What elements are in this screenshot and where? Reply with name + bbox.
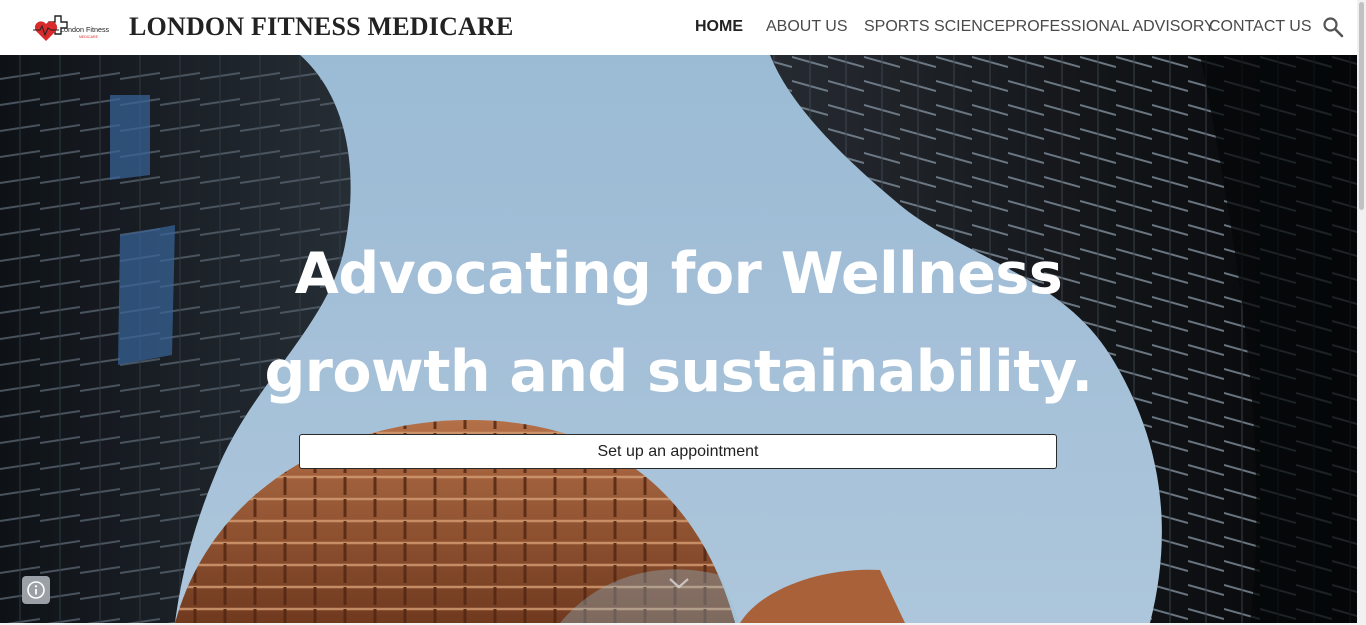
info-icon	[27, 581, 45, 599]
chevron-down-icon[interactable]	[667, 575, 691, 591]
appointment-button[interactable]: Set up an appointment	[299, 434, 1057, 469]
site-header: London Fitness MEDICARE LONDON FITNESS M…	[0, 0, 1357, 55]
nav-professional-advisory[interactable]: PROFESSIONAL ADVISORY	[1005, 18, 1215, 36]
scrollbar-thumb[interactable]	[1359, 2, 1364, 210]
site-logo[interactable]: London Fitness MEDICARE	[33, 12, 111, 42]
nav-contact-us[interactable]: CONTACT US	[1209, 18, 1312, 36]
hero-title-line-1: Advocating for Wellness	[294, 241, 1063, 307]
hero-title-line-2: growth and sustainability.	[264, 339, 1093, 405]
logo-subtext: MEDICARE	[79, 35, 99, 39]
nav-home[interactable]: HOME	[695, 18, 743, 36]
logo-text: London Fitness	[60, 25, 110, 34]
search-icon[interactable]	[1322, 16, 1344, 38]
nav-about-us[interactable]: ABOUT US	[766, 18, 848, 36]
site-title[interactable]: LONDON FITNESS MEDICARE	[129, 12, 514, 42]
info-button[interactable]	[22, 576, 50, 604]
nav-sports-science[interactable]: SPORTS SCIENCE	[864, 18, 1005, 36]
hero-section: Advocating for Wellness growth and susta…	[0, 55, 1357, 623]
